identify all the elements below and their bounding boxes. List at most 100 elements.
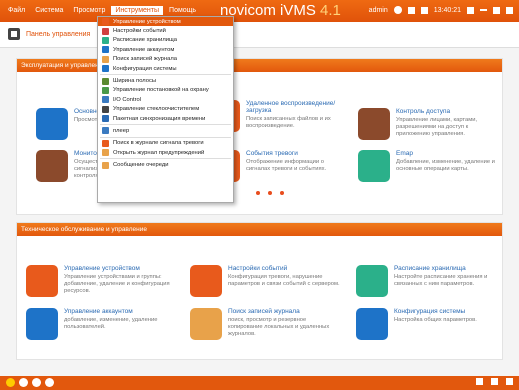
home-icon xyxy=(8,28,20,40)
page-dot[interactable] xyxy=(268,191,272,195)
card-device-management[interactable]: Управление устройством Управление устрой… xyxy=(26,265,176,297)
sound-icon[interactable] xyxy=(19,378,28,387)
card-title: Управление устройством xyxy=(64,265,140,272)
tools-menu-item[interactable]: Поиск записей журнала xyxy=(98,55,233,64)
menu-file[interactable]: Файл xyxy=(4,6,29,15)
tools-menu-item[interactable]: Управление аккаунтом xyxy=(98,45,233,54)
tools-menu-item[interactable]: Управление устройством xyxy=(98,17,233,27)
menu-bar: Файл Система Просмотр Инструменты Помощь xyxy=(4,6,200,15)
screen-icon[interactable] xyxy=(407,6,415,14)
tools-menu-item[interactable]: Открыть журнал предупреждений xyxy=(98,148,233,157)
storage-icon xyxy=(102,36,109,44)
bandwidth-icon xyxy=(102,77,109,85)
maintenance-panel-header: Техническое обслуживание и управление xyxy=(17,223,502,236)
maximize-icon[interactable] xyxy=(493,6,500,14)
card-storage-schedule[interactable]: Расписание хранилища Настройте расписани… xyxy=(356,265,501,297)
tools-menu-item-label: I/O Control xyxy=(113,96,142,103)
card-title: Поиск записей журнала xyxy=(228,308,300,315)
tools-menu-item[interactable]: Настройки событий xyxy=(98,26,233,35)
card-log-search[interactable]: Поиск записей журнала поиск, просмотр и … xyxy=(190,308,340,340)
player-icon xyxy=(102,127,109,135)
page-dot[interactable] xyxy=(280,191,284,195)
status-bar xyxy=(0,376,519,390)
card-title: Настройки событий xyxy=(228,265,288,272)
message-icon[interactable] xyxy=(45,378,54,387)
card-desc: Конфигурация тревоги, нарушение параметр… xyxy=(228,274,340,288)
device-manage-icon xyxy=(26,265,58,297)
tab-label: Панель управления xyxy=(26,30,91,38)
menu-help[interactable]: Помощь xyxy=(165,6,200,15)
tools-menu-item-label: Управление стеклоочистителем xyxy=(113,106,200,113)
tools-menu-item[interactable]: плеер xyxy=(98,126,233,135)
alarm-status-icon[interactable] xyxy=(6,378,15,387)
tab-control-panel[interactable]: Панель управления xyxy=(8,28,90,40)
fullscreen-icon[interactable] xyxy=(491,378,498,385)
tools-menu-item[interactable]: Расписание хранилища xyxy=(98,36,233,45)
status-icons xyxy=(6,378,54,387)
expand-icon[interactable] xyxy=(506,378,513,385)
log-search-icon xyxy=(190,308,222,340)
tools-menu-item[interactable]: Управление постановкой на охрану xyxy=(98,86,233,95)
system-config-icon xyxy=(356,308,388,340)
status-actions xyxy=(476,378,513,385)
card-title: Управление аккаунтом xyxy=(64,308,133,315)
tools-menu-item[interactable]: Управление стеклоочистителем xyxy=(98,105,233,114)
tools-menu-item-label: Управление аккаунтом xyxy=(113,46,175,53)
account-icon xyxy=(102,46,109,54)
storage-icon[interactable] xyxy=(420,6,428,14)
card-desc: Добавление, изменение, удаление и основн… xyxy=(396,159,495,173)
app-title: novicom iVMS 4.1 xyxy=(220,2,341,19)
close-icon[interactable] xyxy=(506,6,513,14)
clock-icon xyxy=(102,115,109,123)
page-dot[interactable] xyxy=(256,191,260,195)
tools-menu-item-label: Сообщение очереди xyxy=(113,162,169,169)
menu-tools[interactable]: Инструменты xyxy=(111,6,164,15)
tools-menu-item-label: Настройки событий xyxy=(113,28,166,35)
app-name: novicom iVMS xyxy=(220,2,316,19)
menu-separator xyxy=(100,124,231,126)
warning-log-icon xyxy=(102,149,109,157)
tools-menu-item[interactable]: Сообщение очереди xyxy=(98,160,233,169)
tools-menu-item-label: Пакетная синхронизация времени xyxy=(113,115,206,122)
app-version: 4.1 xyxy=(320,2,341,19)
card-event-settings[interactable]: Настройки событий Конфигурация тревоги, … xyxy=(190,265,340,297)
message-icon xyxy=(102,161,109,169)
tools-menu-item[interactable]: Поиск в журнале сигнала тревоги xyxy=(98,139,233,148)
menu-system[interactable]: Система xyxy=(31,6,67,15)
minimize-icon[interactable] xyxy=(480,9,487,11)
card-desc: добавление, изменение, удаление пользова… xyxy=(64,317,158,331)
tab-strip: Панель управления xyxy=(0,22,519,48)
card-desc: Поиск записанных файлов и их воспроизвед… xyxy=(246,116,331,130)
card-title: Контроль доступа xyxy=(396,108,451,115)
card-account-management[interactable]: Управление аккаунтом добавление, изменен… xyxy=(26,308,176,340)
card-emap[interactable]: Emap Добавление, изменение, удаление и о… xyxy=(358,150,498,182)
io-icon xyxy=(102,96,109,104)
tools-dropdown-menu: Управление устройством Настройки событий Р… xyxy=(97,16,234,203)
menu-view[interactable]: Просмотр xyxy=(69,6,109,15)
tools-menu-item-label: Поиск в журнале сигнала тревоги xyxy=(113,140,204,147)
alarm-log-icon xyxy=(102,139,109,147)
notification-icon[interactable] xyxy=(32,378,41,387)
card-access-control[interactable]: Контроль доступа Управление лицами, карт… xyxy=(358,108,498,140)
card-system-config[interactable]: Конфигурация системы Настройка общих пар… xyxy=(356,308,501,340)
menu-separator xyxy=(100,74,231,76)
tools-menu-item-label: Управление постановкой на охрану xyxy=(113,87,209,94)
log-icon xyxy=(102,55,109,63)
map-icon xyxy=(358,150,390,182)
tools-menu-item-label: Поиск записей журнала xyxy=(113,56,177,63)
card-title: Удаленное воспроизведение/загрузка xyxy=(246,100,336,114)
page-indicator xyxy=(256,191,284,195)
tools-menu-item[interactable]: Пакетная синхронизация времени xyxy=(98,114,233,123)
operation-panel-header: Эксплуатация и управление xyxy=(17,59,502,72)
tools-menu-item[interactable]: Ширина полосы xyxy=(98,76,233,85)
lock-icon[interactable] xyxy=(467,6,474,14)
pin-icon[interactable] xyxy=(476,378,483,385)
user-icon[interactable] xyxy=(393,6,402,14)
tools-menu-item[interactable]: I/O Control xyxy=(98,95,233,104)
tools-menu-item[interactable]: Конфигурация системы xyxy=(98,64,233,73)
tools-menu-item-label: Конфигурация системы xyxy=(113,65,177,72)
event-icon xyxy=(102,27,109,35)
tools-menu-item-label: плеер xyxy=(113,127,130,134)
wiper-icon xyxy=(102,105,109,113)
card-desc: Настройте расписание хранения и связанны… xyxy=(394,274,488,288)
